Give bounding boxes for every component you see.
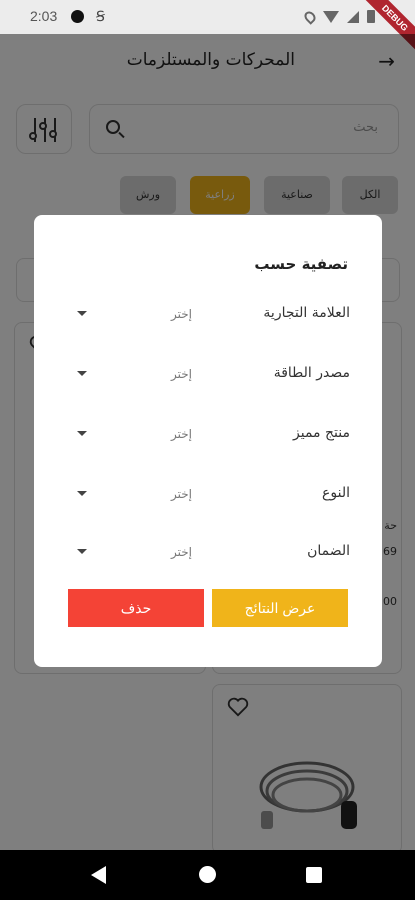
filter-row-value: إختر	[171, 307, 192, 321]
filter-row-label: مصدر الطاقة	[273, 365, 350, 381]
filter-dialog: تصفية حسب العلامة التجارية إختر مصدر الط…	[34, 215, 382, 667]
status-extra-icon: Ꞩ	[96, 8, 105, 24]
filter-row-featured[interactable]: منتج مميز إختر	[70, 419, 350, 449]
wifi-icon	[323, 10, 339, 23]
dialog-title: تصفية حسب	[254, 255, 348, 273]
filter-row-label: الضمان	[307, 543, 350, 559]
show-results-button[interactable]: عرض النتائج	[212, 589, 348, 627]
filter-row-power-source[interactable]: مصدر الطاقة إختر	[70, 359, 350, 389]
notification-dot-icon	[71, 10, 84, 23]
status-time: 2:03	[30, 8, 58, 24]
dropdown-arrow-icon	[77, 311, 87, 316]
nav-recents-icon[interactable]	[306, 867, 322, 883]
filter-row-value: إختر	[171, 367, 192, 381]
location-icon	[302, 8, 318, 25]
status-icons	[302, 8, 375, 25]
filter-row-brand[interactable]: العلامة التجارية إختر	[70, 299, 350, 329]
battery-icon	[367, 10, 375, 23]
filter-row-label: العلامة التجارية	[263, 305, 350, 321]
clear-button[interactable]: حذف	[68, 589, 204, 627]
filter-row-label: منتج مميز	[293, 425, 350, 441]
nav-back-icon[interactable]	[91, 866, 106, 884]
nav-home-icon[interactable]	[199, 866, 216, 883]
status-bar: 2:03 Ꞩ DEBUG	[0, 0, 415, 58]
filter-row-value: إختر	[171, 427, 192, 441]
filter-row-value: إختر	[171, 545, 192, 559]
dropdown-arrow-icon	[77, 491, 87, 496]
dropdown-arrow-icon	[77, 371, 87, 376]
dropdown-arrow-icon	[77, 431, 87, 436]
filter-row-value: إختر	[171, 487, 192, 501]
signal-icon	[347, 10, 359, 23]
filter-row-label: النوع	[322, 485, 350, 501]
filter-row-type[interactable]: النوع إختر	[70, 479, 350, 509]
filter-row-warranty[interactable]: الضمان إختر	[70, 537, 350, 567]
system-nav-bar	[0, 850, 415, 900]
dropdown-arrow-icon	[77, 549, 87, 554]
